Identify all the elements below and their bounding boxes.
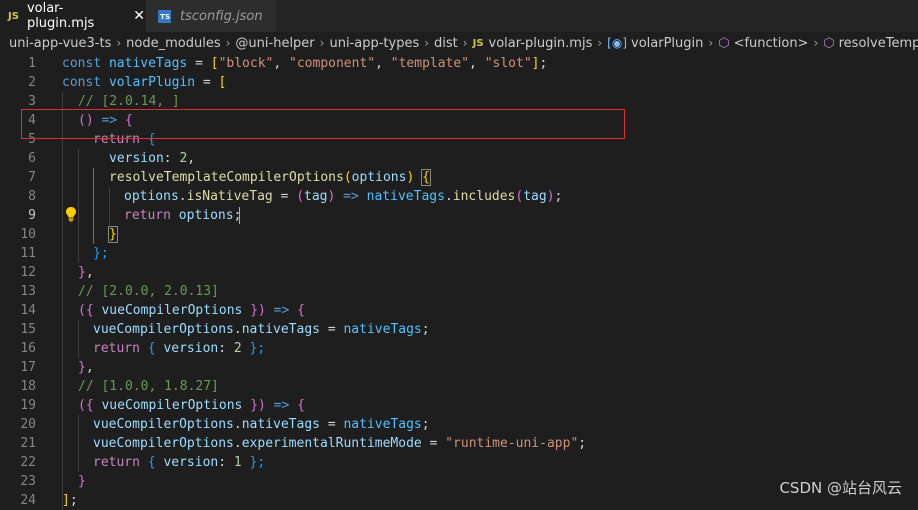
code-line: 15 vueCompilerOptions.nativeTags = nativ…	[0, 320, 918, 339]
code-text: // [2.0.0, 2.0.13]	[78, 284, 219, 299]
javascript-file-icon: JS	[8, 10, 19, 22]
code-line: 13 // [2.0.0, 2.0.13]	[0, 282, 918, 301]
line-number: 7	[28, 170, 36, 185]
variable-icon: [◉]	[607, 36, 628, 50]
code-editor[interactable]: 1 const nativeTags = ["block", "componen…	[0, 54, 918, 510]
code-text: return options;	[124, 208, 242, 223]
line-number: 20	[20, 417, 36, 432]
line-number: 14	[20, 303, 36, 318]
line-number: 10	[20, 227, 36, 242]
code-line: 19 ({ vueCompilerOptions }) => {	[0, 396, 918, 415]
code-text: vueCompilerOptions.nativeTags = nativeTa…	[93, 417, 430, 432]
code-line-active: 9 return options;	[0, 206, 918, 225]
close-icon[interactable]: ✕	[133, 8, 145, 24]
line-number: 1	[28, 56, 36, 71]
chevron-right-icon: ›	[708, 36, 714, 50]
tab-label: volar-plugin.mjs	[26, 1, 95, 31]
line-number: 8	[28, 189, 36, 204]
code-text: const nativeTags = ["block", "component"…	[62, 56, 548, 71]
code-line: 8 options.isNativeTag = (tag) => nativeT…	[0, 187, 918, 206]
line-number: 23	[20, 474, 36, 489]
breadcrumb-function[interactable]: <function>	[734, 36, 809, 51]
code-text: ];	[62, 493, 78, 508]
code-text: vueCompilerOptions.nativeTags = nativeTa…	[93, 322, 430, 337]
tab-label: tsconfig.json	[180, 8, 263, 24]
code-line: 14 ({ vueCompilerOptions }) => {	[0, 301, 918, 320]
chevron-right-icon: ›	[424, 36, 430, 50]
chevron-right-icon: ›	[813, 36, 819, 50]
breadcrumb-method[interactable]: resolveTemplateCompi	[839, 36, 918, 51]
code-text: }	[78, 474, 86, 489]
breadcrumb-item[interactable]: uni-app-types	[329, 36, 419, 51]
typescript-file-icon: TS	[158, 9, 171, 23]
lightbulb-icon[interactable]	[64, 206, 78, 222]
code-text: return { version: 2 };	[93, 341, 266, 356]
code-text: const volarPlugin = [	[62, 75, 227, 90]
line-number: 11	[20, 246, 36, 261]
code-line: 16 return { version: 2 };	[0, 339, 918, 358]
text-cursor	[239, 207, 240, 224]
code-line: 20 vueCompilerOptions.nativeTags = nativ…	[0, 415, 918, 434]
code-text: version: 2,	[109, 151, 196, 166]
line-number: 9	[28, 208, 36, 223]
code-line: 10 }	[0, 225, 918, 244]
line-number: 24	[20, 493, 36, 508]
code-text: ({ vueCompilerOptions }) => {	[78, 303, 305, 318]
breadcrumb-item[interactable]: uni-app-vue3-ts	[9, 36, 111, 51]
code-line: 18 // [1.0.0, 1.8.27]	[0, 377, 918, 396]
breadcrumb-symbol[interactable]: volarPlugin	[631, 36, 703, 51]
chevron-right-icon: ›	[319, 36, 325, 50]
tab-bar: JS volar-plugin.mjs ✕ TS tsconfig.json	[0, 0, 918, 32]
line-number: 15	[20, 322, 36, 337]
code-text: resolveTemplateCompilerOptions(options) …	[109, 169, 431, 186]
function-icon: ⬡	[718, 35, 730, 51]
chevron-right-icon: ›	[597, 36, 603, 50]
code-line: 22 return { version: 1 };	[0, 453, 918, 472]
code-line: 2 const volarPlugin = [	[0, 73, 918, 92]
code-line: 6 version: 2,	[0, 149, 918, 168]
line-number: 6	[28, 151, 36, 166]
code-line: 12 },	[0, 263, 918, 282]
chevron-right-icon: ›	[225, 36, 231, 50]
code-text: vueCompilerOptions.experimentalRuntimeMo…	[93, 436, 587, 451]
line-number: 17	[20, 360, 36, 375]
breadcrumb-file[interactable]: volar-plugin.mjs	[489, 36, 593, 51]
tab-volar-plugin[interactable]: JS volar-plugin.mjs ✕	[0, 0, 145, 32]
breadcrumb: uni-app-vue3-ts › node_modules › @uni-he…	[0, 32, 918, 54]
line-number: 18	[20, 379, 36, 394]
code-line: 17 },	[0, 358, 918, 377]
code-line: 1 const nativeTags = ["block", "componen…	[0, 54, 918, 73]
code-text: return { version: 1 };	[93, 455, 266, 470]
code-text: },	[78, 265, 94, 280]
line-number: 21	[20, 436, 36, 451]
line-number: 12	[20, 265, 36, 280]
line-number: 19	[20, 398, 36, 413]
line-number: 22	[20, 455, 36, 470]
code-text: },	[78, 360, 94, 375]
chevron-right-icon: ›	[116, 36, 122, 50]
watermark: CSDN @站台风云	[779, 479, 902, 497]
code-text: };	[93, 246, 109, 261]
method-icon: ⬡	[823, 35, 835, 51]
javascript-file-icon: JS	[472, 37, 484, 49]
code-text: ({ vueCompilerOptions }) => {	[78, 398, 305, 413]
annotation-highlight-box	[21, 109, 625, 139]
code-text: // [1.0.0, 1.8.27]	[78, 379, 219, 394]
code-text: }	[108, 226, 118, 243]
code-line: 11 };	[0, 244, 918, 263]
breadcrumb-item[interactable]: dist	[434, 36, 458, 51]
line-number: 13	[20, 284, 36, 299]
code-text: options.isNativeTag = (tag) => nativeTag…	[124, 189, 563, 204]
code-line: 21 vueCompilerOptions.experimentalRuntim…	[0, 434, 918, 453]
line-number: 16	[20, 341, 36, 356]
breadcrumb-item[interactable]: node_modules	[126, 36, 220, 51]
chevron-right-icon: ›	[462, 36, 468, 50]
tab-tsconfig[interactable]: TS tsconfig.json	[145, 0, 276, 32]
code-line: 7 resolveTemplateCompilerOptions(options…	[0, 168, 918, 187]
breadcrumb-item[interactable]: @uni-helper	[235, 36, 314, 51]
line-number: 2	[28, 75, 36, 90]
